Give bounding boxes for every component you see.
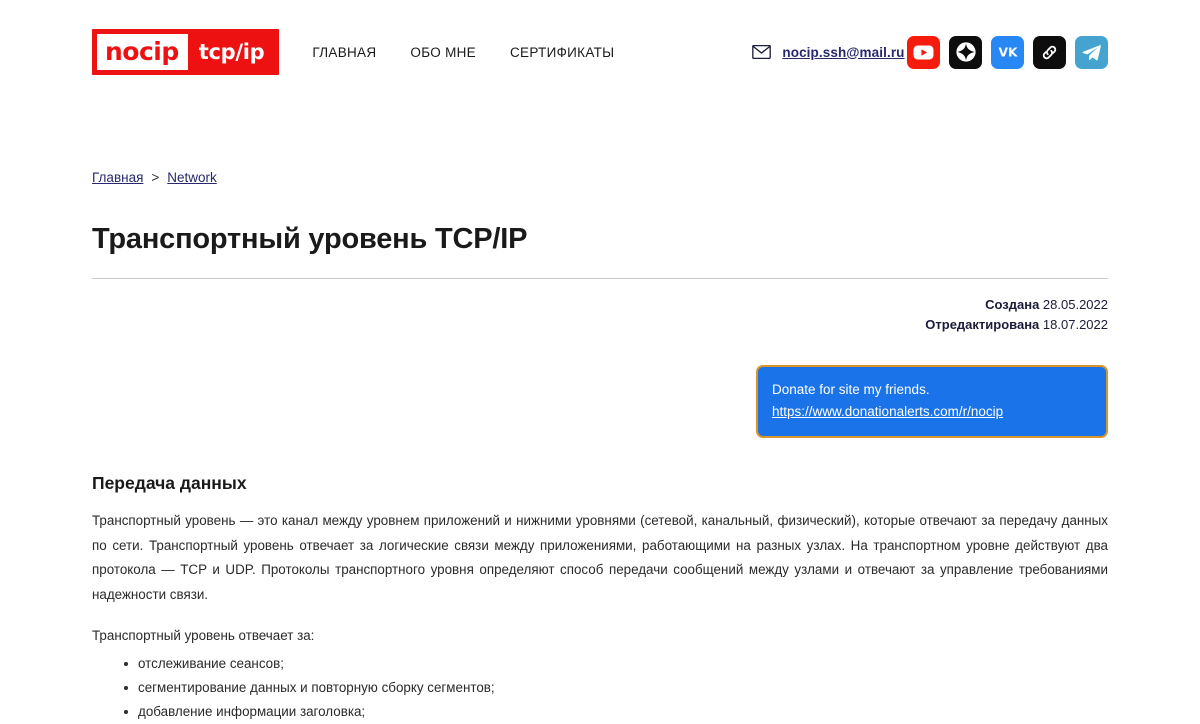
list-item: отслеживание сеансов; — [124, 652, 1108, 676]
logo-wordmark: nocip — [97, 34, 188, 70]
meta-created-value: 28.05.2022 — [1042, 297, 1108, 312]
envelope-icon — [752, 45, 772, 59]
donate-url-link[interactable]: https://www.donationalerts.com/r/nocip — [772, 401, 1092, 423]
logo-tagline: tcp/ip — [198, 40, 265, 64]
page-root: nocip tcp/ip ГЛАВНАЯ ОБО МНЕ СЕРТИФИКАТЫ… — [0, 0, 1200, 719]
responsibilities-list: отслеживание сеансов; сегментирование да… — [92, 648, 1108, 724]
social-youtube-button[interactable] — [907, 35, 940, 69]
breadcrumb-separator: > — [151, 170, 160, 185]
donate-banner-wrapper: Donate for site my friends. https://www.… — [92, 365, 1108, 438]
breadcrumb: Главная > Network — [92, 104, 1108, 187]
donate-text: Donate for site my friends. — [772, 382, 930, 397]
donate-banner[interactable]: Donate for site my friends. https://www.… — [756, 365, 1108, 438]
main-nav: ГЛАВНАЯ ОБО МНЕ СЕРТИФИКАТЫ — [295, 45, 631, 60]
breadcrumb-link-network[interactable]: Network — [167, 169, 217, 187]
social-vk-button[interactable]: VK — [991, 35, 1024, 69]
list-item: сегментирование данных и повторную сборк… — [124, 676, 1108, 700]
meta-created-row: Создана 28.05.2022 — [92, 295, 1108, 315]
meta-edited-row: Отредактирована 18.07.2022 — [92, 315, 1108, 335]
email-address-link[interactable]: nocip.ssh@mail.ru — [782, 45, 904, 60]
article-meta: Создана 28.05.2022 Отредактирована 18.07… — [92, 295, 1108, 335]
meta-created-label: Создана — [985, 297, 1040, 312]
meta-edited-value: 18.07.2022 — [1042, 317, 1108, 332]
list-intro-text: Транспортный уровень отвечает за: — [92, 628, 315, 643]
social-telegram-button[interactable] — [1075, 35, 1108, 69]
section-heading-data-transfer: Передача данных — [92, 473, 247, 493]
contact-email-block: nocip.ssh@mail.ru — [752, 45, 904, 60]
social-dzen-button[interactable] — [949, 35, 982, 69]
nav-item-about[interactable]: ОБО МНЕ — [393, 45, 493, 60]
main-content: Главная > Network Транспортный уровень T… — [0, 104, 1200, 724]
page-title: Транспортный уровень TCP/IP — [92, 223, 528, 255]
list-item: добавление информации заголовка; — [124, 700, 1108, 724]
header-inner: nocip tcp/ip ГЛАВНАЯ ОБО МНЕ СЕРТИФИКАТЫ… — [0, 0, 1200, 104]
article-paragraph: Транспортный уровень — это канал между у… — [92, 513, 1108, 602]
social-link-button[interactable] — [1033, 35, 1066, 69]
meta-edited-label: Отредактирована — [925, 317, 1040, 332]
breadcrumb-link-home[interactable]: Главная — [92, 169, 143, 187]
svg-text:VK: VK — [998, 46, 1017, 59]
nav-item-home[interactable]: ГЛАВНАЯ — [295, 45, 393, 60]
site-header: nocip tcp/ip ГЛАВНАЯ ОБО МНЕ СЕРТИФИКАТЫ… — [0, 0, 1200, 104]
site-logo[interactable]: nocip tcp/ip — [92, 29, 280, 75]
nav-item-certificates[interactable]: СЕРТИФИКАТЫ — [493, 45, 631, 60]
social-links: VK — [907, 35, 1108, 69]
title-divider — [92, 278, 1108, 279]
